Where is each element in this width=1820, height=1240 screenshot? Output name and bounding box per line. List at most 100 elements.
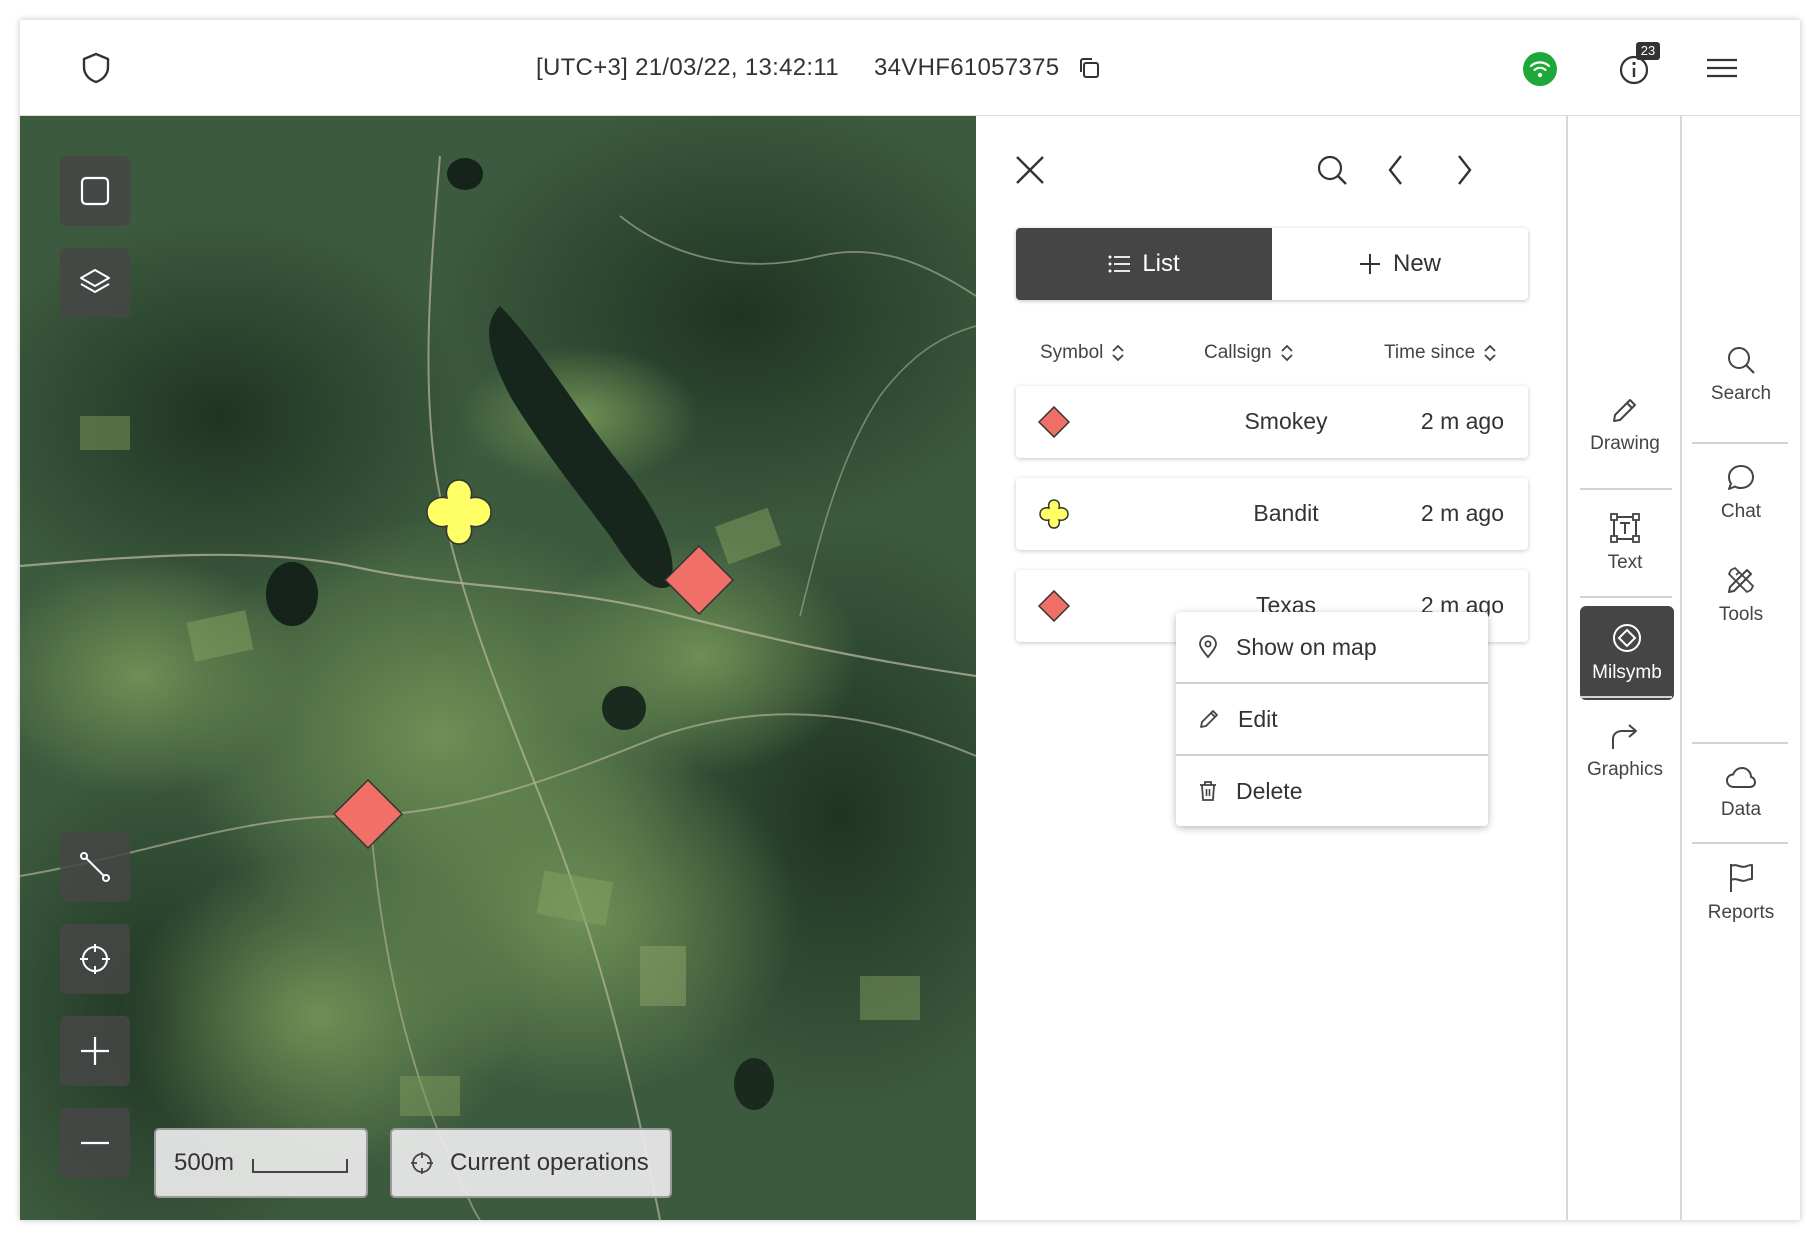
rail-item-label: Reports	[1707, 902, 1775, 923]
column-symbol-label: Symbol	[1040, 342, 1104, 363]
sort-icon	[1280, 344, 1293, 362]
show-on-map-menu-item[interactable]: Show on map	[1176, 612, 1488, 682]
map-marker-smokey[interactable]	[663, 544, 735, 616]
top-bar: [UTC+3] 21/03/22, 13:42:11 34VHF61057375…	[20, 20, 1800, 116]
time-since: 2 m ago	[1420, 408, 1504, 434]
diamond-hostile-icon	[1038, 406, 1070, 438]
callsign: Smokey	[1244, 408, 1328, 434]
clover-unknown-icon	[1039, 499, 1069, 529]
chat-icon	[1728, 465, 1754, 490]
app-window: [UTC+3] 21/03/22, 13:42:11 34VHF61057375…	[20, 20, 1800, 1220]
rail-item-text[interactable]: Text	[1578, 496, 1672, 590]
rail-divider	[1580, 596, 1672, 598]
minus-icon	[81, 1141, 109, 1145]
rail-item-label: Data	[1720, 799, 1762, 820]
map-pin-icon	[1199, 635, 1217, 659]
column-time-since[interactable]: Time since	[1384, 342, 1497, 364]
rail-divider	[1692, 842, 1788, 844]
rail-item-label: Search	[1710, 383, 1772, 404]
current-operations-button[interactable]: Current operations	[390, 1128, 672, 1198]
locate-button[interactable]	[60, 924, 130, 994]
delete-menu-item[interactable]: Delete	[1176, 756, 1488, 826]
time-since: 2 m ago	[1420, 500, 1504, 526]
measure-line-icon	[80, 852, 110, 882]
measure-button[interactable]	[60, 832, 130, 902]
grid-reference: 34VHF61057375	[874, 54, 1060, 81]
rail-item-label: Chat	[1720, 501, 1762, 522]
edit-label: Edit	[1238, 705, 1278, 732]
rail-item-drawing[interactable]: Drawing	[1578, 378, 1672, 472]
close-icon[interactable]	[1010, 150, 1050, 190]
scale-bar	[252, 1159, 349, 1173]
rail-item-reports[interactable]: Reports	[1694, 846, 1788, 940]
chevron-right-icon[interactable]	[1444, 150, 1484, 190]
search-icon	[1728, 347, 1755, 374]
satellite-map[interactable]: 500m Current operations	[20, 116, 976, 1220]
operations-crosshair-icon	[411, 1152, 433, 1174]
plus-icon	[1359, 254, 1380, 274]
diamond-hostile-icon	[1038, 590, 1070, 622]
scale-label: 500m	[174, 1149, 235, 1176]
view-toggle: List New	[1016, 228, 1528, 300]
column-time-since-label: Time since	[1384, 342, 1476, 363]
pencil-icon	[1200, 710, 1218, 728]
tools-icon	[1728, 567, 1754, 593]
rail-item-tools[interactable]: Tools	[1694, 548, 1788, 642]
connection-status-icon[interactable]	[1523, 52, 1557, 86]
row-context-menu: Show on map Edit Delete	[1176, 612, 1488, 826]
copy-icon[interactable]	[1073, 52, 1105, 84]
tool-rail-primary: Search Chat Tools Data Reports	[1682, 116, 1800, 1220]
menu-icon[interactable]	[1706, 54, 1738, 82]
crosshair-icon	[80, 944, 110, 974]
trash-icon	[1200, 781, 1216, 801]
text-box-icon	[1610, 513, 1640, 543]
zoom-in-button[interactable]	[60, 1016, 130, 1086]
rail-border	[1680, 116, 1682, 526]
rail-divider	[1580, 488, 1672, 490]
layers-button[interactable]	[60, 248, 130, 318]
column-callsign[interactable]: Callsign	[1204, 342, 1294, 364]
map-marker-texas[interactable]	[332, 778, 404, 850]
tool-rail-secondary: Drawing Text Milsymb Graphics	[1566, 116, 1682, 1220]
list-icon	[1108, 255, 1131, 273]
datetime-display: [UTC+3] 21/03/22, 13:42:11	[536, 54, 839, 81]
rail-item-chat[interactable]: Chat	[1694, 446, 1788, 540]
milsymb-icon	[1613, 624, 1641, 652]
notification-badge: 23	[1636, 42, 1660, 60]
map-imagery	[20, 116, 976, 1220]
select-area-button[interactable]	[60, 156, 130, 226]
tab-list-label: List	[1142, 250, 1180, 277]
list-item[interactable]: Bandit 2 m ago	[1016, 478, 1528, 550]
chevron-left-icon[interactable]	[1376, 150, 1416, 190]
rail-divider	[1692, 442, 1788, 444]
sort-icon	[1112, 344, 1124, 362]
rail-item-label: Graphics	[1586, 759, 1664, 780]
callsign: Bandit	[1253, 500, 1319, 526]
rail-item-label: Tools	[1718, 604, 1764, 625]
rail-item-label: Text	[1607, 552, 1643, 573]
column-callsign-label: Callsign	[1204, 342, 1272, 363]
tab-list[interactable]: List	[1016, 228, 1272, 300]
rail-item-data[interactable]: Data	[1694, 746, 1788, 840]
rail-item-label: Drawing	[1590, 433, 1660, 454]
list-item[interactable]: Smokey 2 m ago	[1016, 386, 1528, 458]
delete-label: Delete	[1236, 777, 1303, 804]
pencil-icon	[1613, 399, 1636, 422]
show-on-map-label: Show on map	[1236, 633, 1377, 660]
shield-icon[interactable]	[76, 46, 116, 90]
map-marker-bandit[interactable]	[423, 476, 495, 548]
rail-item-milsymb[interactable]: Milsymb	[1580, 606, 1674, 700]
search-icon[interactable]	[1312, 150, 1352, 190]
tab-new[interactable]: New	[1272, 228, 1528, 300]
rail-item-graphics[interactable]: Graphics	[1578, 704, 1672, 798]
operations-label: Current operations	[450, 1149, 649, 1176]
plus-icon	[81, 1037, 109, 1065]
rail-item-search[interactable]: Search	[1694, 328, 1788, 422]
rail-divider	[1692, 742, 1788, 744]
edit-menu-item[interactable]: Edit	[1176, 684, 1488, 754]
flag-icon	[1730, 864, 1753, 892]
column-symbol[interactable]: Symbol	[1040, 342, 1125, 364]
rail-border	[1680, 646, 1682, 1220]
layers-icon	[80, 269, 110, 293]
zoom-out-button[interactable]	[60, 1108, 130, 1178]
